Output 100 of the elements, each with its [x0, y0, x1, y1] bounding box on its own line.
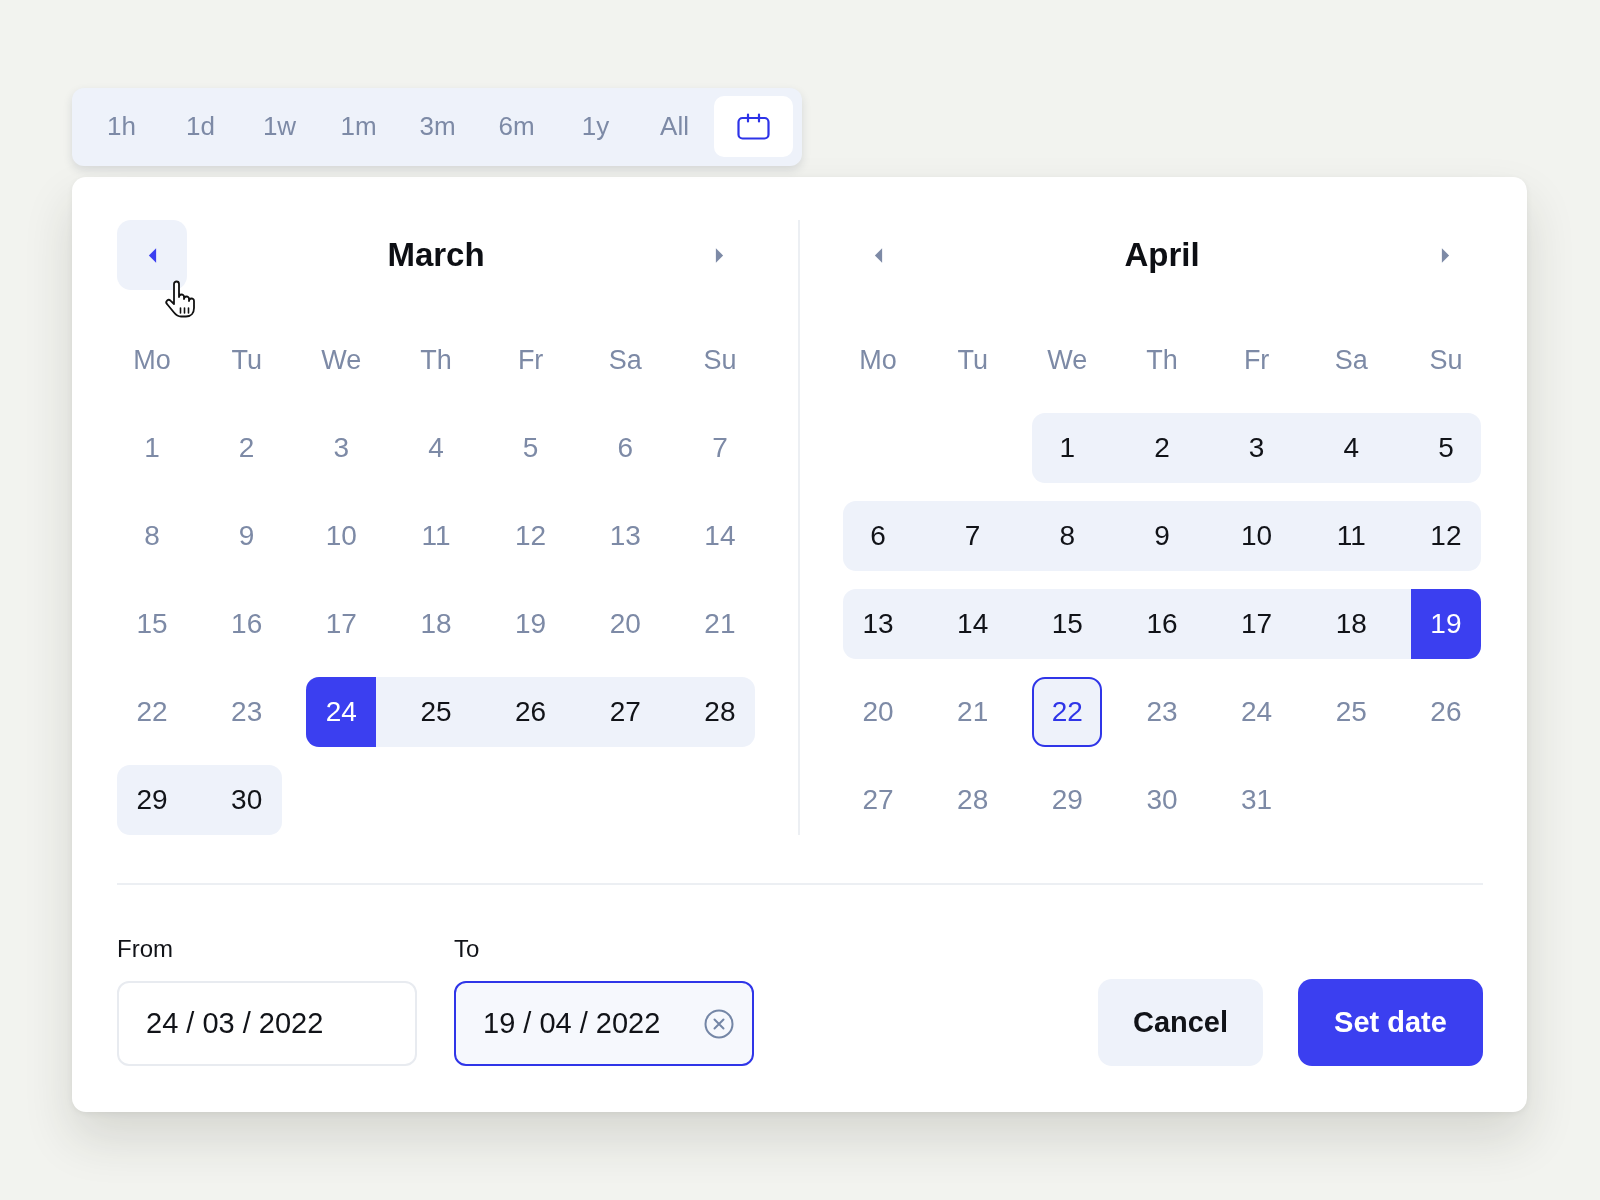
day-cell[interactable]: 13 [590, 501, 661, 571]
day-cell[interactable]: 22 [1032, 677, 1103, 747]
day-cell[interactable]: 11 [400, 501, 471, 571]
day-cell[interactable]: 27 [843, 765, 913, 835]
weekday-label: Th [1145, 344, 1179, 377]
day-cell[interactable]: 15 [117, 589, 187, 659]
weekday-label: Mo [858, 344, 898, 377]
range-preset-tab[interactable]: 6m [477, 96, 556, 157]
cancel-button[interactable]: Cancel [1098, 979, 1263, 1066]
day-cell[interactable]: 19 [495, 589, 566, 659]
range-preset-tab[interactable]: 1h [82, 96, 161, 157]
previous-month-button[interactable] [117, 220, 187, 290]
day-cell[interactable]: 5 [1410, 413, 1481, 483]
day-cell[interactable]: 31 [1221, 765, 1292, 835]
weekday-label: Th [419, 344, 453, 377]
day-cell[interactable]: 27 [590, 677, 661, 747]
day-cell[interactable]: 9 [211, 501, 282, 571]
day-cell[interactable]: 5 [495, 413, 566, 483]
clear-icon[interactable] [704, 1009, 734, 1039]
day-cell[interactable]: 18 [400, 589, 471, 659]
weekday-label: Su [702, 344, 738, 377]
range-preset-tab[interactable]: 1w [240, 96, 319, 157]
day-cell[interactable]: 17 [306, 589, 377, 659]
day-cell[interactable]: 26 [495, 677, 566, 747]
day-cell[interactable]: 21 [937, 677, 1008, 747]
day-cell[interactable]: 9 [1126, 501, 1197, 571]
day-cell[interactable]: 4 [1316, 413, 1387, 483]
day-cell[interactable]: 18 [1316, 589, 1387, 659]
day-cell[interactable]: 6 [843, 501, 913, 571]
day-cell[interactable]: 8 [117, 501, 187, 571]
weekday-label: We [1046, 344, 1089, 377]
field-label: To [454, 935, 480, 963]
weekday-label: Fr [1242, 344, 1271, 377]
day-cell[interactable]: 11 [1316, 501, 1387, 571]
day-cell[interactable]: 16 [211, 589, 282, 659]
calendar-button[interactable] [714, 96, 793, 157]
month-title: March [387, 236, 485, 274]
day-cell[interactable]: 20 [590, 589, 661, 659]
day-cell[interactable]: 2 [211, 413, 282, 483]
field-label: From [117, 935, 173, 963]
range-preset-tab[interactable]: 1d [161, 96, 240, 157]
day-cell[interactable]: 10 [306, 501, 377, 571]
date-input-field[interactable]: 24 / 03 / 2022 [117, 981, 417, 1066]
day-cell[interactable]: 13 [843, 589, 913, 659]
day-cell[interactable]: 3 [306, 413, 377, 483]
day-cell[interactable]: 17 [1221, 589, 1292, 659]
day-cell[interactable]: 28 [684, 677, 755, 747]
caret-left-icon [147, 247, 157, 263]
caret-right-icon [1441, 247, 1451, 263]
weekday-label: We [320, 344, 363, 377]
day-cell[interactable]: 24 [306, 677, 377, 747]
caret-right-icon [715, 247, 725, 263]
day-cell[interactable]: 12 [495, 501, 566, 571]
day-cell[interactable]: 8 [1032, 501, 1103, 571]
weekday-label: Sa [1333, 344, 1369, 377]
day-cell[interactable]: 14 [684, 501, 755, 571]
confirm-button[interactable]: Set date [1298, 979, 1483, 1066]
day-cell[interactable]: 14 [937, 589, 1008, 659]
day-cell[interactable]: 15 [1032, 589, 1103, 659]
day-cell[interactable]: 10 [1221, 501, 1292, 571]
day-cell[interactable]: 25 [1316, 677, 1387, 747]
day-cell[interactable]: 19 [1410, 589, 1481, 659]
caret-left-icon [873, 247, 883, 263]
range-preset-tab[interactable]: All [635, 96, 714, 157]
range-preset-tab[interactable]: 1y [556, 96, 635, 157]
weekday-label: Sa [607, 344, 643, 377]
weekday-label: Tu [956, 344, 989, 377]
day-cell[interactable]: 23 [1126, 677, 1197, 747]
weekday-label: Tu [230, 344, 263, 377]
calendar-icon [737, 113, 770, 140]
weekday-label: Su [1428, 344, 1464, 377]
weekday-label: Mo [132, 344, 172, 377]
day-cell[interactable]: 25 [400, 677, 471, 747]
day-cell[interactable]: 7 [937, 501, 1008, 571]
day-cell[interactable]: 6 [590, 413, 661, 483]
range-preset-tab[interactable]: 1m [319, 96, 398, 157]
day-cell[interactable]: 12 [1410, 501, 1481, 571]
day-cell[interactable]: 16 [1126, 589, 1197, 659]
day-cell[interactable]: 29 [1032, 765, 1103, 835]
date-input-field[interactable]: 19 / 04 / 2022 [454, 981, 754, 1066]
day-cell[interactable]: 21 [684, 589, 755, 659]
day-cell[interactable]: 29 [117, 765, 187, 835]
range-preset-tab[interactable]: 3m [398, 96, 477, 157]
day-cell[interactable]: 1 [1032, 413, 1103, 483]
weekday-label: Fr [516, 344, 545, 377]
hand-cursor-icon [163, 280, 197, 318]
day-cell[interactable]: 28 [937, 765, 1008, 835]
day-cell[interactable]: 4 [400, 413, 471, 483]
day-cell[interactable]: 2 [1126, 413, 1197, 483]
day-cell[interactable]: 22 [117, 677, 187, 747]
day-cell[interactable]: 30 [211, 765, 282, 835]
day-cell[interactable]: 1 [117, 413, 187, 483]
day-cell[interactable]: 26 [1410, 677, 1481, 747]
day-cell[interactable]: 20 [843, 677, 913, 747]
day-cell[interactable]: 24 [1221, 677, 1292, 747]
day-cell[interactable]: 30 [1126, 765, 1197, 835]
day-cell[interactable]: 3 [1221, 413, 1292, 483]
day-cell[interactable]: 7 [684, 413, 755, 483]
day-cell[interactable]: 23 [211, 677, 282, 747]
month-title: April [1124, 236, 1200, 274]
